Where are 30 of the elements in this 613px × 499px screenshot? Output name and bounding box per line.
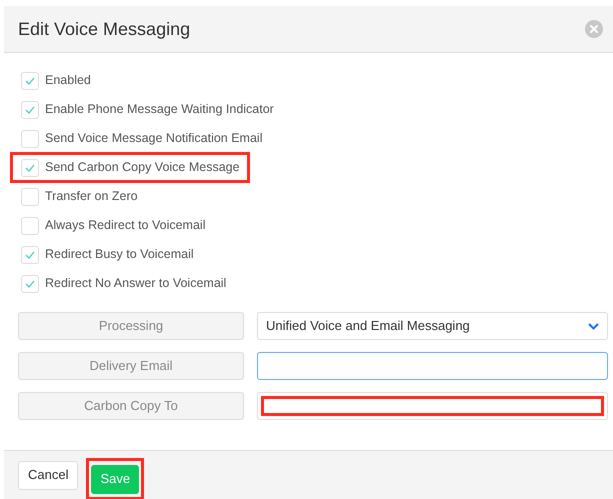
check-icon: [25, 164, 35, 172]
checkbox-label: Send Voice Message Notification Email: [45, 130, 262, 148]
checkbox[interactable]: [21, 130, 39, 148]
field-label: Processing: [18, 312, 244, 340]
cancel-button[interactable]: Cancel: [18, 460, 78, 490]
checkbox-label: Always Redirect to Voicemail: [45, 217, 206, 234]
close-icon[interactable]: [585, 20, 603, 38]
field-label: Carbon Copy To: [18, 392, 244, 420]
check-icon: [25, 76, 35, 84]
checkbox-label: Redirect Busy to Voicemail: [45, 246, 194, 264]
check-icon: [25, 250, 35, 258]
checkbox[interactable]: [21, 158, 39, 176]
checkbox-label: Transfer on Zero: [45, 188, 138, 206]
checkbox[interactable]: [21, 188, 39, 206]
checkbox[interactable]: [21, 246, 39, 264]
checkbox[interactable]: [21, 72, 39, 90]
check-icon: [25, 106, 35, 114]
checkbox-label: Redirect No Answer to Voicemail: [45, 275, 226, 292]
check-icon: [25, 280, 35, 288]
checkbox-label: Enabled: [45, 72, 91, 90]
checkbox[interactable]: [21, 100, 39, 118]
checkbox[interactable]: [21, 216, 39, 234]
input-field[interactable]: [257, 352, 608, 380]
checkbox-label: Send Carbon Copy Voice Message: [45, 159, 240, 176]
checkbox[interactable]: [21, 274, 39, 292]
dropdown[interactable]: Unified Voice and Email Messaging: [257, 312, 608, 340]
dialog-title: Edit Voice Messaging: [18, 18, 190, 41]
field-label: Delivery Email: [18, 352, 244, 380]
checkbox-label: Enable Phone Message Waiting Indicator: [45, 101, 274, 118]
chevron-down-icon: [588, 322, 599, 330]
